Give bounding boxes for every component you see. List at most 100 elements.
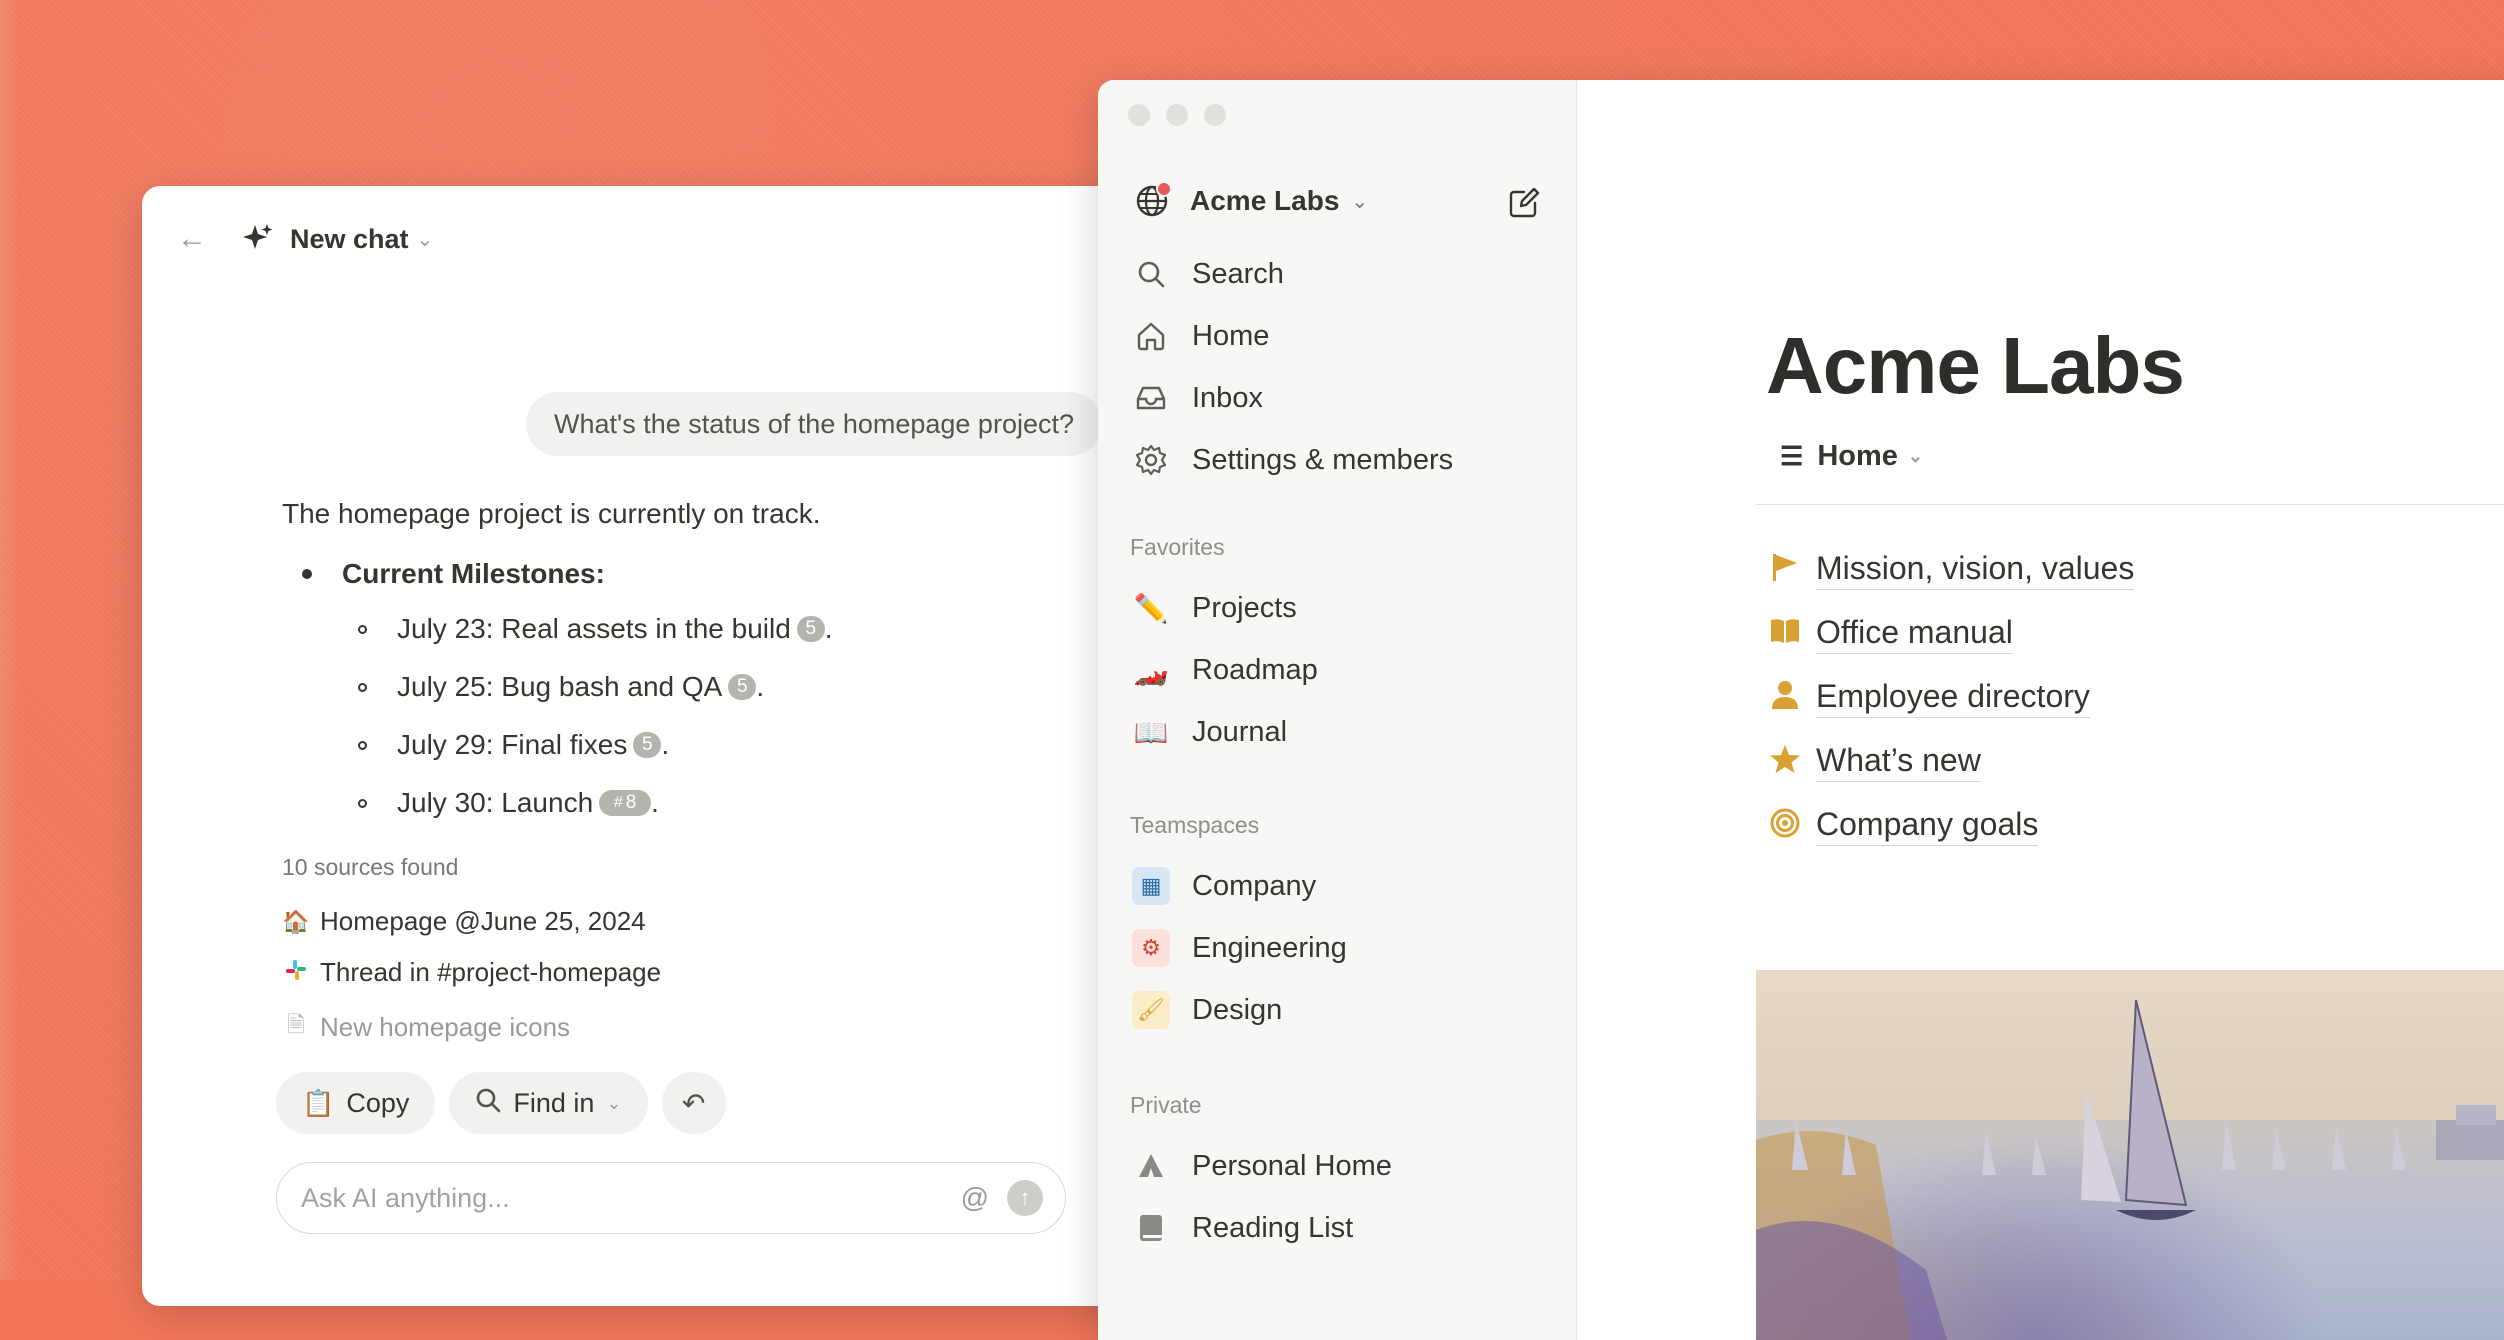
citation-badge[interactable]: 5 — [633, 732, 662, 758]
engineering-teamspace-icon: ⚙ — [1132, 929, 1170, 967]
source-item[interactable]: 🗎 New homepage icons — [282, 1008, 570, 1046]
citation-badge[interactable]: 5 — [728, 674, 757, 700]
sidebar-item-roadmap[interactable]: 🏎️ Roadmap — [1132, 644, 1552, 696]
bullet-dot — [302, 569, 312, 579]
chevron-down-icon: ⌄ — [1907, 446, 1923, 466]
citation-badge[interactable]: 5 — [796, 616, 825, 642]
page-link[interactable]: Employee directory — [1766, 678, 2090, 718]
star-icon — [1766, 743, 1804, 782]
slack-icon: # — [613, 794, 623, 811]
sidebar-item-label: Roadmap — [1192, 653, 1318, 686]
book-icon — [1132, 1209, 1170, 1247]
page-content: Acme Labs ☰ Home ⌄ Mission, vision, valu… — [1576, 80, 2504, 1340]
sidebar: Acme Labs ⌄ Search Home Inbox Settings &… — [1098, 80, 1577, 1340]
page-link[interactable]: Office manual — [1766, 614, 2013, 654]
milestone-text: July 23: Real assets in the build — [397, 613, 791, 644]
milestone-text: July 29: Final fixes — [397, 729, 628, 760]
page-link[interactable]: What’s new — [1766, 742, 1981, 782]
company-teamspace-icon: ▦ — [1132, 867, 1170, 905]
sidebar-item-home[interactable]: Home — [1132, 310, 1552, 362]
bullet-circle — [358, 740, 367, 750]
ask-ai-input-box: @ ↑ — [276, 1162, 1066, 1234]
sidebar-item-company[interactable]: ▦ Company — [1132, 860, 1552, 912]
sidebar-item-personal-home[interactable]: Personal Home — [1132, 1140, 1552, 1192]
copy-button[interactable]: 📋 Copy — [276, 1072, 436, 1134]
flag-icon — [1766, 551, 1804, 590]
sidebar-item-label: Projects — [1192, 591, 1297, 624]
page-link[interactable]: Company goals — [1766, 806, 2039, 846]
page-link[interactable]: Mission, vision, values — [1766, 550, 2135, 590]
target-icon — [1766, 807, 1804, 846]
milestones-heading-text: Current Milestones: — [342, 558, 605, 589]
home-icon — [1132, 317, 1170, 355]
sparkle-icon — [240, 221, 276, 257]
ask-ai-input[interactable] — [299, 1181, 961, 1215]
sidebar-item-design[interactable]: 🖌 Design — [1132, 984, 1552, 1036]
sidebar-item-reading-list[interactable]: Reading List — [1132, 1202, 1552, 1254]
app-window: Acme Labs ⌄ Search Home Inbox Settings &… — [1098, 80, 2504, 1340]
sidebar-item-settings[interactable]: Settings & members — [1132, 434, 1552, 486]
workspace-name: Acme Labs — [1190, 185, 1340, 216]
copy-label: Copy — [346, 1087, 410, 1118]
sidebar-item-label: Personal Home — [1192, 1149, 1392, 1182]
source-item[interactable]: 🏠 Homepage @June 25, 2024 — [282, 906, 645, 937]
page-link-label: What’s new — [1816, 742, 1981, 782]
sources-count: 10 sources found — [282, 854, 459, 880]
sidebar-item-label: Journal — [1192, 715, 1288, 748]
sidebar-item-label: Design — [1192, 993, 1283, 1026]
teamspaces-section-label: Teamspaces — [1130, 812, 1260, 838]
new-page-icon[interactable] — [1504, 182, 1544, 222]
chevron-down-icon: ⌄ — [1351, 190, 1369, 213]
minimize-window-button[interactable] — [1166, 104, 1188, 126]
chat-actions: 📋 Copy Find in ⌄ ↶ — [276, 1072, 726, 1134]
sidebar-item-journal[interactable]: 📖 Journal — [1132, 706, 1552, 758]
chat-title[interactable]: New chat — [290, 224, 409, 255]
gear-icon — [1132, 441, 1170, 479]
page-title[interactable]: Acme Labs — [1766, 320, 2185, 412]
globe-icon — [1134, 181, 1172, 219]
person-icon — [1766, 679, 1804, 718]
view-tab-label: Home — [1817, 440, 1898, 472]
document-icon: 🗎 — [287, 1012, 305, 1037]
sidebar-item-label: Engineering — [1192, 931, 1347, 964]
sidebar-item-search[interactable]: Search — [1132, 248, 1552, 300]
user-message-text: What's the status of the homepage projec… — [554, 408, 1074, 439]
sidebar-item-inbox[interactable]: Inbox — [1132, 372, 1552, 424]
ai-answer: The homepage project is currently on tra… — [282, 498, 1102, 832]
maximize-window-button[interactable] — [1204, 104, 1226, 126]
milestone-item: July 30: Launch #8. — [358, 774, 1102, 832]
source-label: Thread in #project-homepage — [320, 957, 662, 987]
milestone-item: July 23: Real assets in the build 5. — [358, 600, 1102, 658]
tent-icon — [1132, 1147, 1170, 1185]
chevron-down-icon[interactable]: ⌄ — [417, 227, 434, 252]
view-tab-home[interactable]: ☰ Home ⌄ — [1780, 440, 1923, 473]
sidebar-item-label: Settings & members — [1192, 443, 1454, 476]
undo-icon: ↶ — [681, 1087, 706, 1119]
search-icon — [1132, 255, 1170, 293]
source-item[interactable]: Thread in #project-homepage — [282, 957, 661, 988]
milestones-heading: Current Milestones: — [302, 548, 1102, 600]
ai-chat-panel: ← New chat ⌄ What's the status of the ho… — [142, 186, 1132, 1306]
send-arrow-icon[interactable]: ↑ — [1007, 1180, 1043, 1216]
back-arrow-icon[interactable]: ← — [172, 219, 212, 259]
sidebar-item-engineering[interactable]: ⚙ Engineering — [1132, 922, 1552, 974]
mention-icon[interactable]: @ — [961, 1182, 989, 1214]
find-in-button[interactable]: Find in ⌄ — [449, 1072, 648, 1134]
sailboat-painting — [1756, 999, 2504, 1340]
milestone-item: July 29: Final fixes 5. — [358, 716, 1102, 774]
divider — [1756, 504, 2504, 505]
source-label: New homepage icons — [320, 1011, 571, 1042]
page-link-label: Employee directory — [1816, 678, 2090, 718]
search-icon — [475, 1087, 501, 1120]
inbox-icon — [1132, 379, 1170, 417]
sidebar-item-label: Reading List — [1192, 1211, 1354, 1244]
close-window-button[interactable] — [1128, 104, 1150, 126]
open-book-icon: 📖 — [1133, 716, 1169, 748]
sidebar-item-projects[interactable]: ✏️ Projects — [1132, 582, 1552, 634]
retry-button[interactable]: ↶ — [661, 1072, 726, 1134]
page-link-label: Mission, vision, values — [1816, 550, 2135, 590]
book-icon — [1766, 616, 1804, 653]
sidebar-item-label: Home — [1192, 319, 1270, 352]
slack-citation-badge[interactable]: #8 — [599, 790, 652, 816]
workspace-switcher[interactable]: Acme Labs ⌄ — [1134, 178, 1544, 224]
